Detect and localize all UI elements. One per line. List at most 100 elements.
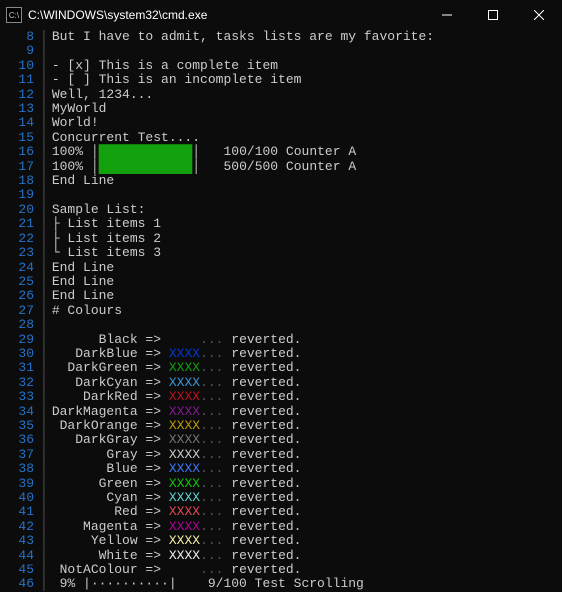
terminal-line: 28│ — [4, 318, 558, 332]
terminal-line: 26│End Line — [4, 289, 558, 303]
line-content: White => XXXX... reverted. — [52, 549, 558, 563]
gutter: │ — [36, 549, 52, 563]
gutter: │ — [36, 217, 52, 231]
line-number: 32 — [4, 376, 36, 390]
gutter: │ — [36, 563, 52, 577]
terminal-line: 24│End Line — [4, 261, 558, 275]
line-number: 13 — [4, 102, 36, 116]
line-content — [52, 318, 558, 332]
line-content: DarkRed => XXXX... reverted. — [52, 390, 558, 404]
terminal-line: 37│ Gray => XXXX... reverted. — [4, 448, 558, 462]
line-content: Black => ... reverted. — [52, 333, 558, 347]
gutter: │ — [36, 376, 52, 390]
terminal-line: 17│100% │████████████│ 500/500 Counter A — [4, 160, 558, 174]
gutter: │ — [36, 246, 52, 260]
minimize-button[interactable] — [424, 0, 470, 30]
line-content: DarkCyan => XXXX... reverted. — [52, 376, 558, 390]
gutter: │ — [36, 347, 52, 361]
gutter: │ — [36, 405, 52, 419]
gutter: │ — [36, 174, 52, 188]
line-number: 45 — [4, 563, 36, 577]
line-number: 10 — [4, 59, 36, 73]
line-number: 38 — [4, 462, 36, 476]
gutter: │ — [36, 261, 52, 275]
line-content: DarkGreen => XXXX... reverted. — [52, 361, 558, 375]
line-content: End Line — [52, 289, 558, 303]
terminal-line: 23│└ List items 3 — [4, 246, 558, 260]
gutter: │ — [36, 289, 52, 303]
gutter: │ — [36, 160, 52, 174]
line-content: - [ ] This is an incomplete item — [52, 73, 558, 87]
gutter: │ — [36, 304, 52, 318]
terminal-line: 46│ 9% |··········| 9/100 Test Scrolling — [4, 577, 558, 591]
gutter: │ — [36, 361, 52, 375]
line-number: 8 — [4, 30, 36, 44]
terminal-line: 20│Sample List: — [4, 203, 558, 217]
terminal-line: 8│But I have to admit, tasks lists are m… — [4, 30, 558, 44]
gutter: │ — [36, 131, 52, 145]
line-number: 34 — [4, 405, 36, 419]
terminal-line: 27│# Colours — [4, 304, 558, 318]
gutter: │ — [36, 462, 52, 476]
line-content: 100% │████████████│ 500/500 Counter A — [52, 160, 558, 174]
line-number: 15 — [4, 131, 36, 145]
gutter: │ — [36, 30, 52, 44]
line-number: 27 — [4, 304, 36, 318]
close-button[interactable] — [516, 0, 562, 30]
line-number: 30 — [4, 347, 36, 361]
line-content: Concurrent Test.... — [52, 131, 558, 145]
line-content: └ List items 3 — [52, 246, 558, 260]
gutter: │ — [36, 73, 52, 87]
line-number: 23 — [4, 246, 36, 260]
terminal-line: 34│DarkMagenta => XXXX... reverted. — [4, 405, 558, 419]
line-content: DarkGray => XXXX... reverted. — [52, 433, 558, 447]
window-title: C:\WINDOWS\system32\cmd.exe — [28, 8, 424, 22]
terminal-line: 12│Well, 1234... — [4, 88, 558, 102]
terminal-line: 9│ — [4, 44, 558, 58]
gutter: │ — [36, 577, 52, 591]
terminal-line: 38│ Blue => XXXX... reverted. — [4, 462, 558, 476]
line-content: # Colours — [52, 304, 558, 318]
line-content: Gray => XXXX... reverted. — [52, 448, 558, 462]
gutter: │ — [36, 477, 52, 491]
line-content: Cyan => XXXX... reverted. — [52, 491, 558, 505]
gutter: │ — [36, 102, 52, 116]
terminal-line: 30│ DarkBlue => XXXX... reverted. — [4, 347, 558, 361]
line-content: MyWorld — [52, 102, 558, 116]
line-number: 22 — [4, 232, 36, 246]
line-content: End Line — [52, 275, 558, 289]
line-number: 31 — [4, 361, 36, 375]
line-number: 12 — [4, 88, 36, 102]
line-number: 41 — [4, 505, 36, 519]
line-number: 11 — [4, 73, 36, 87]
gutter: │ — [36, 433, 52, 447]
line-content: Green => XXXX... reverted. — [52, 477, 558, 491]
terminal-output[interactable]: 8│But I have to admit, tasks lists are m… — [0, 30, 562, 592]
line-number: 24 — [4, 261, 36, 275]
gutter: │ — [36, 232, 52, 246]
line-number: 14 — [4, 116, 36, 130]
line-content: Yellow => XXXX... reverted. — [52, 534, 558, 548]
line-content: Sample List: — [52, 203, 558, 217]
terminal-line: 18│End Line — [4, 174, 558, 188]
gutter: │ — [36, 88, 52, 102]
gutter: │ — [36, 534, 52, 548]
maximize-button[interactable] — [470, 0, 516, 30]
terminal-line: 21│├ List items 1 — [4, 217, 558, 231]
line-number: 9 — [4, 44, 36, 58]
gutter: │ — [36, 275, 52, 289]
terminal-line: 41│ Red => XXXX... reverted. — [4, 505, 558, 519]
line-content: - [x] This is a complete item — [52, 59, 558, 73]
line-number: 44 — [4, 549, 36, 563]
terminal-line: 40│ Cyan => XXXX... reverted. — [4, 491, 558, 505]
line-number: 46 — [4, 577, 36, 591]
line-content: 9% |··········| 9/100 Test Scrolling — [52, 577, 558, 591]
gutter: │ — [36, 333, 52, 347]
line-number: 33 — [4, 390, 36, 404]
terminal-line: 33│ DarkRed => XXXX... reverted. — [4, 390, 558, 404]
line-number: 25 — [4, 275, 36, 289]
line-number: 26 — [4, 289, 36, 303]
line-content: But I have to admit, tasks lists are my … — [52, 30, 558, 44]
terminal-line: 13│MyWorld — [4, 102, 558, 116]
gutter: │ — [36, 188, 52, 202]
